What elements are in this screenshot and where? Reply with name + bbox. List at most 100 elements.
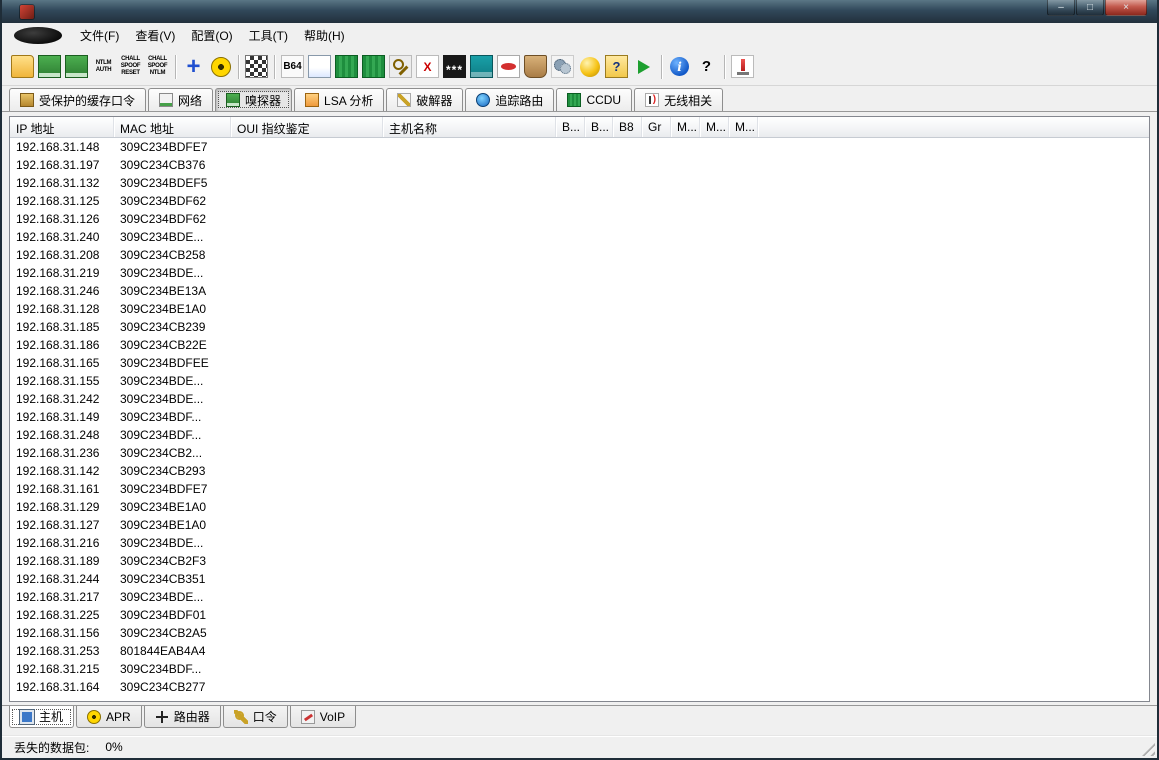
table-row[interactable]: 192.168.31.244 309C234CB351: [10, 570, 1149, 588]
table-row[interactable]: 192.168.31.165 309C234BDFEE: [10, 354, 1149, 372]
view-tab-label: 口令: [252, 710, 277, 724]
table-row[interactable]: 192.168.31.185 309C234CB239: [10, 318, 1149, 336]
mac-cell: 309C234BDFEE: [120, 356, 209, 370]
column-header-2[interactable]: OUI 指纹鉴定: [231, 117, 383, 137]
start-stop-sniffer-button[interactable]: [36, 52, 63, 81]
start-stop-apr-button[interactable]: [207, 52, 234, 81]
add-to-list-button[interactable]: +: [180, 52, 207, 81]
mac-cell: 309C234CB2...: [120, 446, 203, 460]
table-row[interactable]: 192.168.31.189 309C234CB2F3: [10, 552, 1149, 570]
table-row[interactable]: 192.168.31.248 309C234BDF...: [10, 426, 1149, 444]
filter-grid-button[interactable]: [243, 52, 270, 81]
table-row[interactable]: 192.168.31.186 309C234CB22E: [10, 336, 1149, 354]
tab-wireless[interactable]: 无线相关: [634, 88, 724, 111]
table-row[interactable]: 192.168.31.240 309C234BDE...: [10, 228, 1149, 246]
column-header-6[interactable]: B8: [613, 117, 642, 137]
column-header-9[interactable]: M...: [700, 117, 729, 137]
tab-lsa-secrets[interactable]: LSA 分析: [294, 88, 385, 111]
abel-injector-button[interactable]: [729, 52, 756, 81]
services-button[interactable]: [549, 52, 576, 81]
table-row[interactable]: 192.168.31.142 309C234CB293: [10, 462, 1149, 480]
table-row[interactable]: 192.168.31.242 309C234BDE...: [10, 390, 1149, 408]
table-row[interactable]: 192.168.31.236 309C234CB2...: [10, 444, 1149, 462]
certificate-x-button[interactable]: X: [414, 52, 441, 81]
sniffer-options-button[interactable]: [63, 52, 90, 81]
resize-grip[interactable]: [1142, 743, 1155, 756]
securid-token-button[interactable]: [495, 52, 522, 81]
hash-calculator-button[interactable]: [333, 52, 360, 81]
table-row[interactable]: 192.168.31.164 309C234CB277: [10, 678, 1149, 696]
table-row[interactable]: 192.168.31.155 309C234BDE...: [10, 372, 1149, 390]
menu-item-0[interactable]: 文件(F): [72, 23, 127, 48]
filter-grid-icon: [245, 55, 268, 78]
tab-traceroute[interactable]: 追踪路由: [465, 88, 555, 111]
table-row[interactable]: 192.168.31.219 309C234BDE...: [10, 264, 1149, 282]
rsa-key-button[interactable]: [387, 52, 414, 81]
column-header-10[interactable]: M...: [729, 117, 758, 137]
maximize-button[interactable]: [1076, 0, 1104, 16]
tab-protected-storage[interactable]: 受保护的缓存口令: [9, 88, 147, 111]
open-file-icon: [11, 55, 34, 78]
table-row[interactable]: 192.168.31.216 309C234BDE...: [10, 534, 1149, 552]
ntlm-auth-button[interactable]: NTLM AUTH: [90, 52, 117, 81]
table-row[interactable]: 192.168.31.149 309C234BDF...: [10, 408, 1149, 426]
table-row[interactable]: 192.168.31.217 309C234BDE...: [10, 588, 1149, 606]
wallet-button[interactable]: [522, 52, 549, 81]
view-tab-passwords[interactable]: 口令: [222, 706, 288, 728]
table-row[interactable]: 192.168.31.128 309C234BE1A0: [10, 300, 1149, 318]
file-editor-button[interactable]: [306, 52, 333, 81]
chall-spoof-reset-button[interactable]: CHALL SPOOF RESET: [117, 52, 144, 81]
table-row[interactable]: 192.168.31.132 309C234BDEF5: [10, 174, 1149, 192]
close-button[interactable]: [1105, 0, 1147, 16]
hash-calculator-2-button[interactable]: [360, 52, 387, 81]
column-header-1[interactable]: MAC 地址: [114, 117, 231, 137]
table-row[interactable]: 192.168.31.125 309C234BDF62: [10, 192, 1149, 210]
column-header-8[interactable]: M...: [671, 117, 700, 137]
base64-decoder-button[interactable]: B64: [279, 52, 306, 81]
table-row[interactable]: 192.168.31.197 309C234CB376: [10, 156, 1149, 174]
info-button[interactable]: i: [666, 52, 693, 81]
tab-network[interactable]: 网络: [148, 88, 214, 111]
menu-item-2[interactable]: 配置(O): [183, 23, 240, 48]
wizard-button[interactable]: ?: [603, 52, 630, 81]
tab-ccdu[interactable]: CCDU: [556, 88, 633, 111]
column-header-4[interactable]: B...: [556, 117, 585, 137]
ip-cell: 192.168.31.242: [16, 392, 100, 406]
help-button[interactable]: ?: [693, 52, 720, 81]
view-tab-voip[interactable]: VoIP: [289, 706, 357, 728]
column-header-5[interactable]: B...: [585, 117, 613, 137]
view-tab-routing[interactable]: 路由器: [143, 706, 221, 728]
table-row[interactable]: 192.168.31.208 309C234CB258: [10, 246, 1149, 264]
routing-icon: [154, 709, 169, 724]
menu-item-4[interactable]: 帮助(H): [296, 23, 353, 48]
chall-spoof-ntlm-button[interactable]: CHALL SPOOF NTLM: [144, 52, 171, 81]
table-row[interactable]: 192.168.31.126 309C234BDF62: [10, 210, 1149, 228]
table-row[interactable]: 192.168.31.161 309C234BDFE7: [10, 480, 1149, 498]
table-row[interactable]: 192.168.31.225 309C234BDF01: [10, 606, 1149, 624]
tab-sniffer[interactable]: 嗅探器: [215, 88, 293, 111]
calculator-button[interactable]: [468, 52, 495, 81]
view-tab-apr[interactable]: APR: [76, 706, 142, 728]
column-header-7[interactable]: Gr: [642, 117, 671, 137]
asterisk-revealer-button[interactable]: ***: [441, 52, 468, 81]
table-row[interactable]: 192.168.31.148 309C234BDFE7: [10, 138, 1149, 156]
view-tab-hosts[interactable]: 主机: [9, 706, 75, 728]
menu-item-3[interactable]: 工具(T): [241, 23, 296, 48]
table-row[interactable]: 192.168.31.129 309C234BE1A0: [10, 498, 1149, 516]
column-header-0[interactable]: IP 地址: [10, 117, 114, 137]
table-row[interactable]: 192.168.31.246 309C234BE13A: [10, 282, 1149, 300]
audio-player-button[interactable]: [630, 52, 657, 81]
table-row[interactable]: 192.168.31.215 309C234BDF...: [10, 660, 1149, 678]
tab-cracker[interactable]: 破解器: [386, 88, 464, 111]
mac-cell: 309C234BE1A0: [120, 302, 207, 316]
table-row[interactable]: 192.168.31.127 309C234BE1A0: [10, 516, 1149, 534]
title-bar: [2, 0, 1157, 23]
table-row[interactable]: 192.168.31.156 309C234CB2A5: [10, 624, 1149, 642]
minimize-button[interactable]: [1047, 0, 1075, 16]
hash-calculator-icon: [335, 55, 358, 78]
remote-sphere-button[interactable]: [576, 52, 603, 81]
table-row[interactable]: 192.168.31.253 801844EAB4A4: [10, 642, 1149, 660]
open-file-button[interactable]: [9, 52, 36, 81]
menu-item-1[interactable]: 查看(V): [127, 23, 183, 48]
column-header-3[interactable]: 主机名称: [383, 117, 556, 137]
